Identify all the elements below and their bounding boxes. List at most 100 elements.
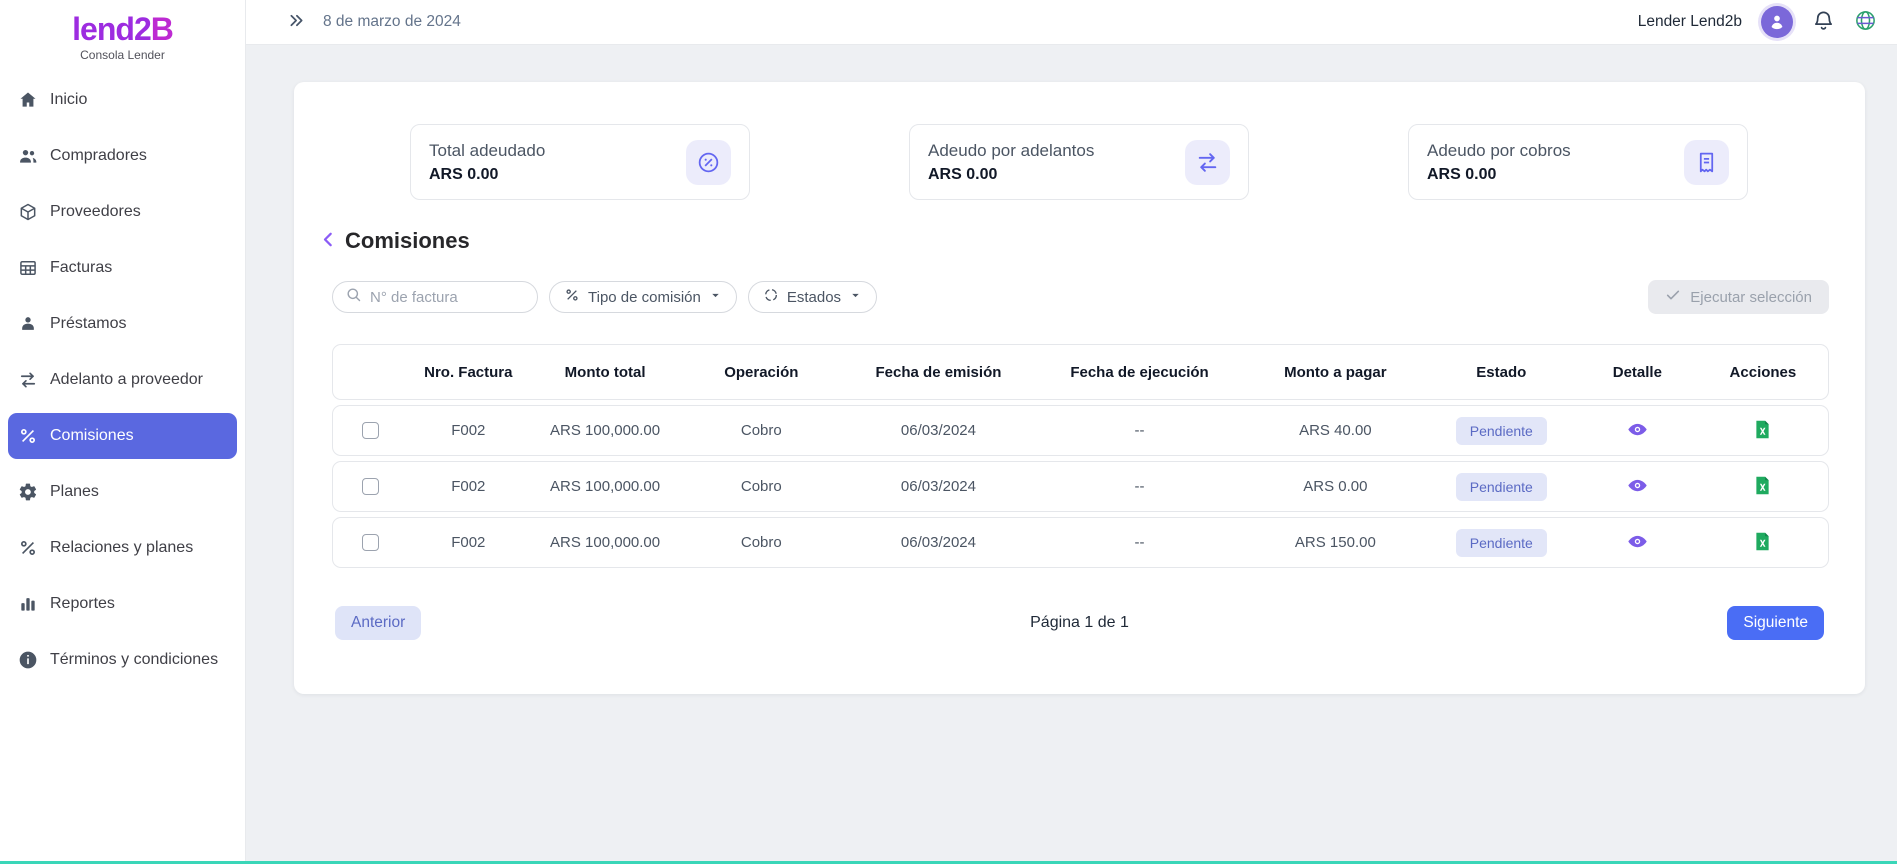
language-globe-button[interactable] xyxy=(1854,9,1877,35)
previous-page-button[interactable]: Anterior xyxy=(335,606,421,640)
logo-main: lend2 xyxy=(72,11,151,47)
table-row: F002 ARS 100,000.00 Cobro 06/03/2024 -- … xyxy=(332,405,1829,456)
row-checkbox[interactable] xyxy=(362,534,379,551)
column-header: Monto a pagar xyxy=(1243,364,1427,381)
transfer-arrows-icon xyxy=(17,369,39,391)
topbar: 8 de marzo de 2024 Lender Lend2b xyxy=(246,0,1897,45)
sidebar-collapse-button[interactable] xyxy=(284,10,308,34)
card-title: Adeudo por cobros xyxy=(1427,141,1571,161)
column-header: Nro. Factura xyxy=(408,364,529,381)
sidebar-item-adelanto-a-proveedor[interactable]: Adelanto a proveedor xyxy=(8,357,237,403)
export-excel-button[interactable] xyxy=(1750,473,1775,501)
sidebar-item-label: Comisiones xyxy=(50,427,134,445)
row-checkbox[interactable] xyxy=(362,422,379,439)
card-title: Adeudo por adelantos xyxy=(928,141,1094,161)
commission-type-filter[interactable]: Tipo de comisión xyxy=(549,281,737,313)
main-panel: Total adeudado ARS 0.00 Adeudo por adela… xyxy=(294,82,1865,694)
sidebar-item-planes[interactable]: Planes xyxy=(8,469,237,515)
row-checkbox[interactable] xyxy=(362,478,379,495)
export-excel-button[interactable] xyxy=(1750,417,1775,445)
view-detail-button[interactable] xyxy=(1625,529,1650,557)
card-value: ARS 0.00 xyxy=(1427,166,1571,184)
eye-icon xyxy=(1627,419,1648,443)
user-name: Lender Lend2b xyxy=(1638,13,1742,31)
topbar-right-cluster: Lender Lend2b xyxy=(1638,6,1877,38)
logo-text: lend2B xyxy=(0,12,245,47)
sidebar-item-comisiones[interactable]: Comisiones xyxy=(8,413,237,459)
cell-monto-a-pagar: ARS 0.00 xyxy=(1243,478,1427,495)
gear-icon xyxy=(17,481,39,503)
person-icon xyxy=(17,313,39,335)
check-icon xyxy=(1665,287,1681,307)
card-title: Total adeudado xyxy=(429,141,545,161)
sidebar-item-label: Compradores xyxy=(50,147,147,165)
receipt-icon xyxy=(1684,140,1729,185)
table-icon xyxy=(17,257,39,279)
sidebar-item-facturas[interactable]: Facturas xyxy=(8,245,237,291)
back-button[interactable] xyxy=(318,229,339,253)
globe-icon xyxy=(1854,9,1877,35)
cell-monto-total: ARS 100,000.00 xyxy=(529,534,681,551)
next-page-button[interactable]: Siguiente xyxy=(1727,606,1824,640)
cell-fecha-ejecucion: -- xyxy=(1036,534,1244,551)
sidebar-item-terminos-y-condiciones[interactable]: Términos y condiciones xyxy=(8,637,237,683)
view-detail-button[interactable] xyxy=(1625,473,1650,501)
cell-operacion: Cobro xyxy=(681,478,841,495)
sidebar-item-proveedores[interactable]: Proveedores xyxy=(8,189,237,235)
column-header: Fecha de ejecución xyxy=(1036,364,1244,381)
section-header: Comisiones xyxy=(318,228,1865,254)
invoice-search xyxy=(332,281,538,313)
search-input[interactable] xyxy=(370,289,525,306)
column-header: Monto total xyxy=(529,364,681,381)
execute-selection-button[interactable]: Ejecutar selección xyxy=(1648,280,1829,314)
search-icon xyxy=(345,286,362,308)
notifications-button[interactable] xyxy=(1812,9,1835,35)
cell-fecha-ejecucion: -- xyxy=(1036,422,1244,439)
sidebar-item-inicio[interactable]: Inicio xyxy=(8,77,237,123)
execute-selection-label: Ejecutar selección xyxy=(1690,289,1812,306)
column-header: Detalle xyxy=(1575,364,1699,381)
sidebar-item-compradores[interactable]: Compradores xyxy=(8,133,237,179)
cell-monto-a-pagar: ARS 40.00 xyxy=(1243,422,1427,439)
cell-monto-a-pagar: ARS 150.00 xyxy=(1243,534,1427,551)
person-icon xyxy=(1767,11,1787,34)
excel-file-icon xyxy=(1752,475,1773,499)
cell-fecha-emision: 06/03/2024 xyxy=(841,534,1035,551)
status-filter[interactable]: Estados xyxy=(748,281,877,313)
page-info: Página 1 de 1 xyxy=(1030,614,1129,632)
commissions-table: Nro. Factura Monto total Operación Fecha… xyxy=(332,344,1829,568)
sidebar-item-prestamos[interactable]: Préstamos xyxy=(8,301,237,347)
column-header: Fecha de emisión xyxy=(841,364,1035,381)
sidebar-nav: Inicio Compradores Proveedores Facturas … xyxy=(0,77,245,683)
sidebar-item-label: Proveedores xyxy=(50,203,141,221)
card-value: ARS 0.00 xyxy=(928,166,1094,184)
export-excel-button[interactable] xyxy=(1750,529,1775,557)
view-detail-button[interactable] xyxy=(1625,417,1650,445)
chevron-left-icon xyxy=(318,229,339,253)
package-icon xyxy=(17,201,39,223)
card-value: ARS 0.00 xyxy=(429,166,545,184)
filter-label: Tipo de comisión xyxy=(588,289,701,306)
summary-card-total-adeudado: Total adeudado ARS 0.00 xyxy=(410,124,750,200)
eye-icon xyxy=(1627,475,1648,499)
eye-icon xyxy=(1627,531,1648,555)
avatar[interactable] xyxy=(1761,6,1793,38)
content-area: Total adeudado ARS 0.00 Adeudo por adela… xyxy=(246,45,1897,864)
logo-accent: B xyxy=(151,11,173,47)
summary-card-adeudo-adelantos: Adeudo por adelantos ARS 0.00 xyxy=(909,124,1249,200)
sidebar-item-label: Préstamos xyxy=(50,315,126,333)
sidebar-item-label: Inicio xyxy=(50,91,87,109)
cell-fecha-emision: 06/03/2024 xyxy=(841,478,1035,495)
sidebar-item-reportes[interactable]: Reportes xyxy=(8,581,237,627)
cell-factura: F002 xyxy=(408,478,529,495)
chevron-down-icon xyxy=(849,289,862,306)
cell-operacion: Cobro xyxy=(681,534,841,551)
sidebar-item-label: Facturas xyxy=(50,259,112,277)
transfer-arrows-icon xyxy=(1185,140,1230,185)
current-date: 8 de marzo de 2024 xyxy=(323,13,461,31)
percent-icon xyxy=(564,287,580,307)
filter-label: Estados xyxy=(787,289,841,306)
pagination: Anterior Página 1 de 1 Siguiente xyxy=(335,606,1824,640)
percent-icon xyxy=(17,425,39,447)
sidebar-item-relaciones-y-planes[interactable]: Relaciones y planes xyxy=(8,525,237,571)
